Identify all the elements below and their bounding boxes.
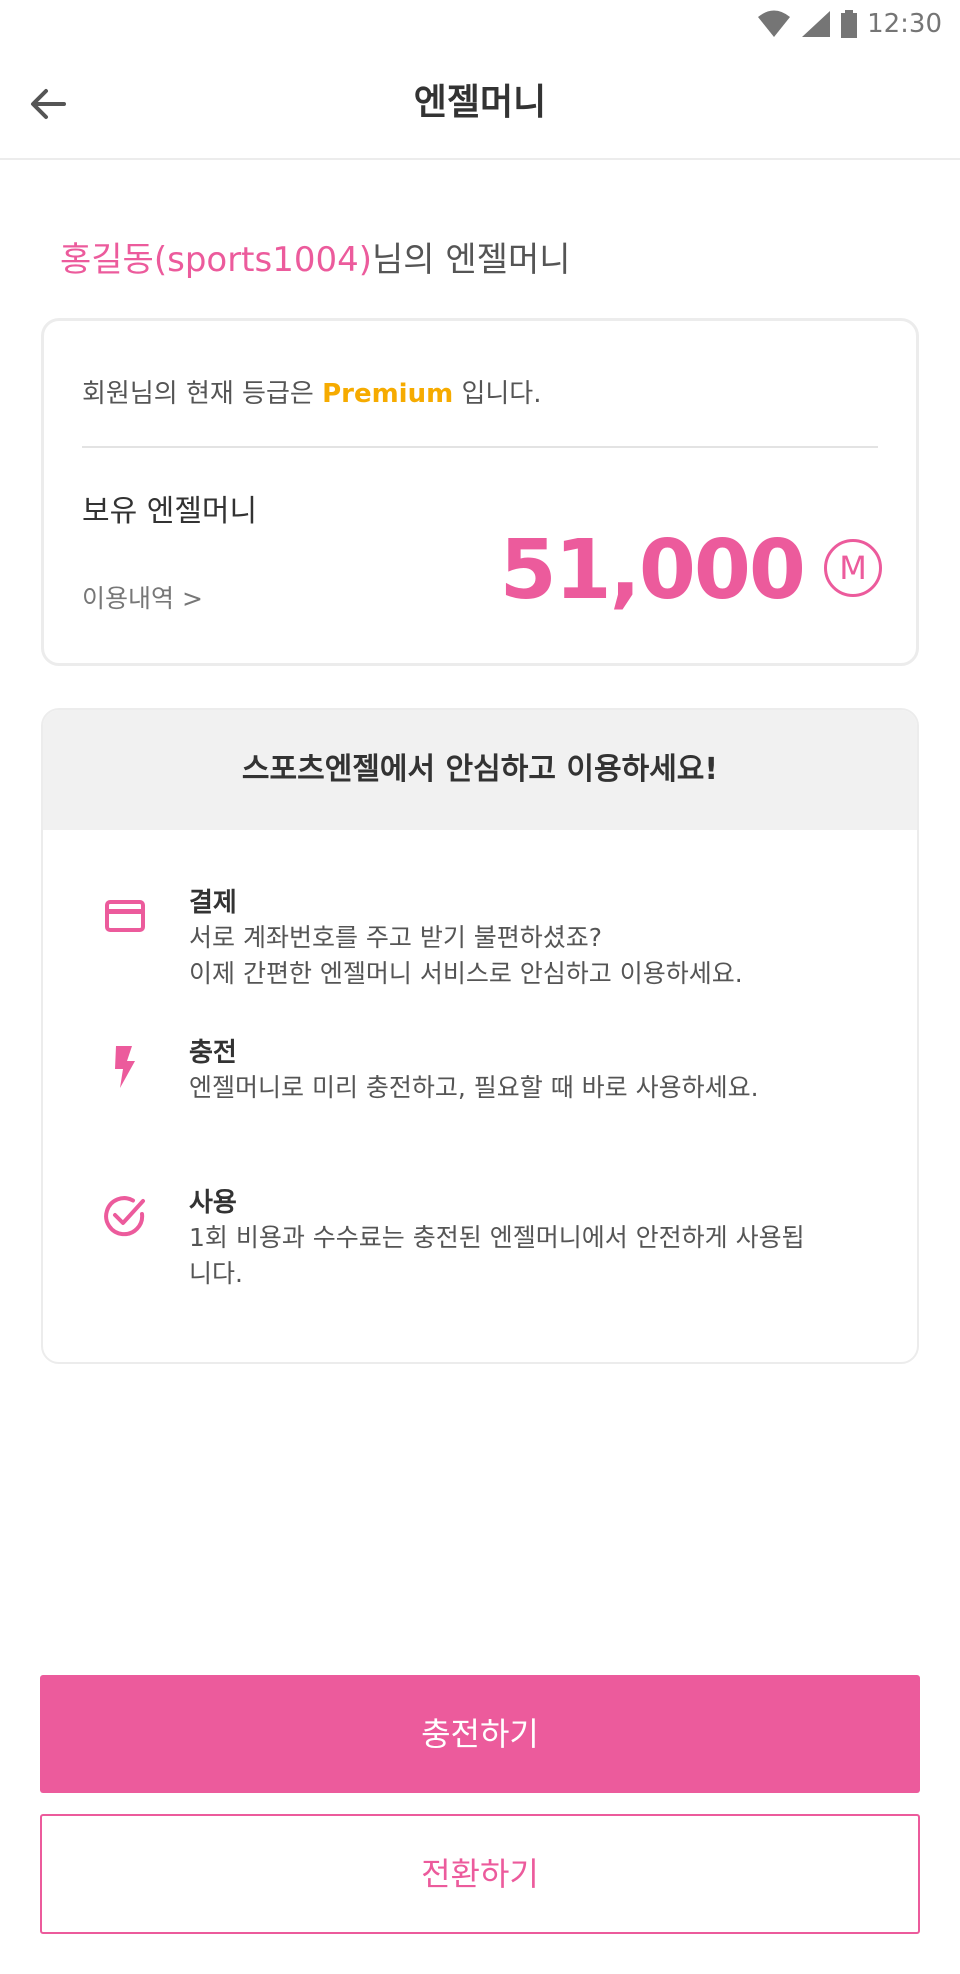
feature-desc: 서로 계좌번호를 주고 받기 불편하셨죠? 이제 간편한 엔젤머니 서비스로 안…: [189, 920, 889, 992]
feature-desc-line: 이제 간편한 엔젤머니 서비스로 안심하고 이용하세요.: [189, 959, 743, 988]
balance-amount: 51,000: [499, 523, 806, 618]
feature-desc-line: 1회 비용과 수수료는 충전된 엔젤머니에서 안전하게 사용됩: [189, 1223, 805, 1252]
grade-prefix: 회원님의 현재 등급은: [82, 379, 323, 409]
feature-desc: 1회 비용과 수수료는 충전된 엔젤머니에서 안전하게 사용됩 니다.: [189, 1220, 889, 1292]
status-bar: 12:30: [0, 0, 960, 48]
grade-line: 회원님의 현재 등급은 Premium 입니다.: [82, 373, 542, 410]
check-circle-icon: [104, 1196, 145, 1237]
holding-label: 보유 엔젤머니: [82, 494, 258, 529]
wifi-icon: [757, 10, 791, 38]
feature-title: 사용: [189, 1188, 237, 1218]
owner-heading: 홍길동(sports1004)님의 엔젤머니: [60, 232, 571, 281]
lightning-icon: [115, 1046, 135, 1088]
status-time: 12:30: [867, 9, 942, 39]
feature-desc-line: 서로 계좌번호를 주고 받기 불편하셨죠?: [189, 923, 603, 952]
owner-name: 홍길동(sports1004): [60, 240, 373, 280]
convert-button[interactable]: 전환하기: [40, 1814, 920, 1934]
balance-card: 회원님의 현재 등급은 Premium 입니다. 보유 엔젤머니 이용내역 > …: [41, 318, 919, 666]
owner-suffix: 님의 엔젤머니: [372, 240, 571, 280]
info-card: 스포츠엔젤에서 안심하고 이용하세요! 결제 서로 계좌번호를 주고 받기 불편…: [41, 708, 919, 1364]
credit-card-icon: [105, 900, 145, 932]
feature-desc: 엔젤머니로 미리 충전하고, 필요할 때 바로 사용하세요.: [189, 1070, 889, 1106]
signal-icon: [801, 10, 831, 38]
grade-suffix: 입니다.: [453, 379, 542, 409]
page-title: 엔젤머니: [413, 82, 547, 123]
info-header: 스포츠엔젤에서 안심하고 이용하세요!: [43, 710, 917, 830]
grade-badge: Premium: [322, 379, 454, 409]
feature-title: 충전: [189, 1038, 237, 1068]
usage-history-link[interactable]: 이용내역 >: [82, 579, 203, 615]
feature-desc-line: 엔젤머니로 미리 충전하고, 필요할 때 바로 사용하세요.: [189, 1073, 759, 1102]
battery-icon: [841, 10, 858, 38]
feature-title: 결제: [189, 888, 237, 918]
app-bar: 엔젤머니: [0, 48, 960, 160]
feature-desc-line: 니다.: [189, 1259, 243, 1288]
divider: [82, 446, 878, 448]
charge-button[interactable]: 충전하기: [40, 1675, 920, 1793]
money-icon: M: [824, 539, 882, 597]
